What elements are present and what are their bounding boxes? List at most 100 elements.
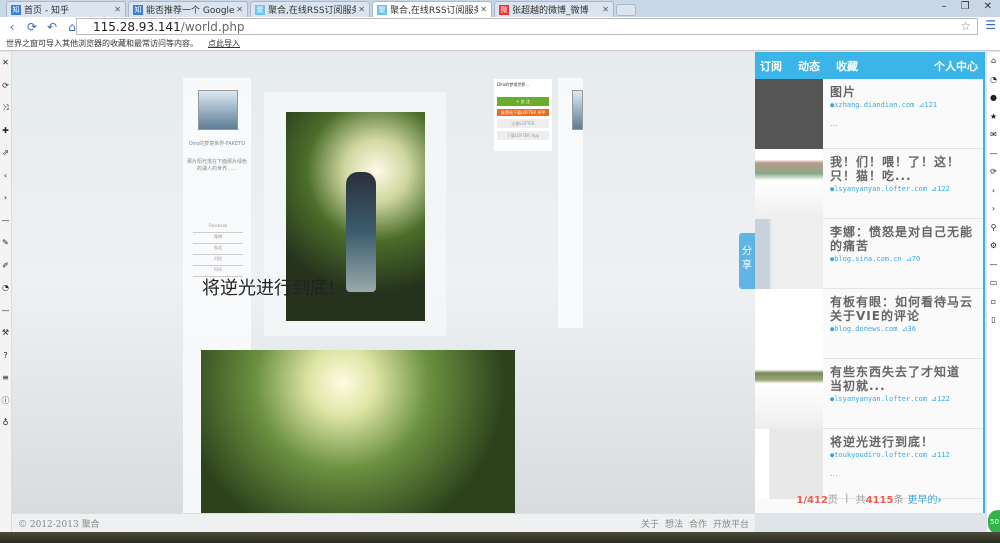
post-photo[interactable] [201,350,515,513]
edit-icon[interactable]: ✐ [2,255,9,278]
minus-icon[interactable]: — [990,256,998,275]
item-title[interactable]: 我！们！喂！了！这！只！猫！吃... [830,155,977,183]
side-link[interactable]: 私信 [193,245,243,255]
list-item[interactable]: 有板有眼：如何看待马云关于VIE的评论 ●blog.donews.com ⊿36 [755,289,983,359]
older-button[interactable]: 更早的› [907,491,941,506]
lofter-name: Diro的梦境世界... [497,82,530,87]
browser-tab[interactable]: 聚聚合,在线RSS订阅服务! ✕ [250,1,370,17]
back-icon[interactable]: ‹ [6,20,18,34]
refresh-icon[interactable]: ⟳ [990,163,997,182]
info-icon[interactable]: ⓘ [2,390,10,413]
register-button[interactable]: 注册LOFTER [497,119,549,128]
tablet-icon[interactable]: ▫ [991,293,996,312]
minus-icon[interactable]: — [2,300,10,323]
import-link[interactable]: 点此导入 [208,39,240,48]
browser-tab[interactable]: 微张超越的微博_微博 ✕ [494,1,614,17]
close-icon[interactable]: ✕ [602,5,609,14]
item-source[interactable]: blog.sina.com.cn [834,255,901,263]
undo-icon[interactable]: ↶ [46,20,58,34]
list-item[interactable]: 图片 ●xzhang.diandian.com ⊿121... [755,79,983,149]
item-count: 122 [937,185,950,193]
item-title[interactable]: 将逆光进行到底！ [830,435,977,449]
item-title[interactable]: 有板有眼：如何看待马云关于VIE的评论 [830,295,977,323]
home-icon[interactable]: ⌂ [991,52,996,71]
footer-link-cooperation[interactable]: 合作 [689,517,707,530]
list-item[interactable]: 有些东西失去了才知道 当初就... ●lsyanyanyan.lofter.com… [755,359,983,429]
list-item[interactable]: 我！们！喂！了！这！只！猫！吃... ●lsyanyanyan.lofter.co… [755,149,983,219]
nav-subscribe[interactable]: 订阅 [760,58,782,74]
bulb-icon[interactable]: ♁ [3,412,9,435]
help-icon[interactable]: ? [3,345,7,368]
close-icon[interactable]: ✕ [236,5,243,14]
post-title[interactable]: 将逆光进行到底! [202,274,335,300]
browser-tab[interactable]: 知首页 - 知乎 ✕ [6,1,126,17]
close-window-icon[interactable]: ✕ [984,1,992,12]
item-title[interactable]: 李娜：愤怒是对自己无能的痛苦 [830,225,977,253]
star-icon[interactable]: ★ [990,108,997,127]
star-icon[interactable]: ☆ [960,19,971,33]
footer-link-ideas[interactable]: 想法 [665,517,683,530]
avatar[interactable] [198,90,238,130]
browser-tab-active[interactable]: 聚聚合,在线RSS订阅服务! ✕ [372,1,492,17]
nav-profile[interactable]: 个人中心 [934,58,978,74]
item-source[interactable]: lsyanyanyan.lofter.com [834,395,927,403]
new-tab-button[interactable] [616,4,636,16]
close-icon[interactable]: ✕ [358,5,365,14]
item-source[interactable]: lsyanyanyan.lofter.com [834,185,927,193]
share-button[interactable]: 分享 [739,233,755,289]
follow-button[interactable]: + 关 注 [497,97,549,106]
minus-icon[interactable]: — [990,145,998,164]
item-title[interactable]: 图片 [830,85,977,99]
nav-favorites[interactable]: 收藏 [836,58,858,74]
list-item[interactable]: 李娜：愤怒是对自己无能的痛苦 ●blog.sina.com.cn ⊿70 [755,219,983,289]
item-count: 70 [911,255,921,263]
item-source[interactable]: xzhang.diandian.com [834,101,914,109]
close-icon[interactable]: ✕ [114,5,121,14]
rss-icon[interactable]: ◔ [2,277,9,300]
list-icon[interactable]: ≡ [2,367,9,390]
menu-icon[interactable]: ☰ [985,18,996,32]
minus-icon[interactable]: — [2,210,10,233]
item-title[interactable]: 有些东西失去了才知道 当初就... [830,365,977,393]
mail-icon[interactable]: ✉ [990,126,997,145]
chevron-right-icon[interactable]: › [992,200,995,219]
download-app-button[interactable]: 下载LOFTER App [497,131,549,140]
promo-button[interactable]: 推荐给下载LOFTER APP [497,109,549,116]
refresh-icon[interactable]: ⟳ [2,75,9,98]
desktop-icon[interactable]: ▭ [990,274,998,293]
shuffle-icon[interactable]: ⤨ [2,97,8,120]
footer-link-open-platform[interactable]: 开放平台 [713,517,749,530]
external-link-icon[interactable]: ⇗ [2,142,9,165]
copyright: © 2012-2013 聚合 [18,519,100,530]
footer: © 2012-2013 聚合 关于 想法 合作 开放平台 [12,513,755,532]
item-count: 122 [937,395,950,403]
close-icon[interactable]: ✕ [480,5,487,14]
side-link[interactable]: Facebook [193,223,243,233]
speed-badge[interactable]: 50 [988,510,1000,534]
pencil-icon[interactable]: ✎ [2,232,9,255]
rss-icon[interactable]: ◔ [990,71,997,90]
side-link[interactable]: 归档 [193,256,243,266]
footer-link-about[interactable]: 关于 [641,517,659,530]
refresh-icon[interactable]: ⟳ [26,20,38,34]
item-source[interactable]: toukyoudiro.lofter.com [834,451,927,459]
phone-icon[interactable]: ▯ [991,311,995,330]
maximize-icon[interactable]: ❐ [961,1,970,12]
globe-icon[interactable]: ● [990,89,997,108]
search-icon[interactable]: ⚲ [991,219,997,238]
url-input[interactable]: 115.28.93.141/world.php ☆ [76,18,978,35]
item-source[interactable]: blog.donews.com [834,325,897,333]
side-link[interactable]: 微博 [193,234,243,244]
tab-strip: 知首页 - 知乎✕ 知能否推荐一个 Google Re✕ 聚聚合,在线RSS订阅… [0,0,1000,17]
close-icon[interactable]: ✕ [2,52,9,75]
browser-tab[interactable]: 知能否推荐一个 Google Re✕ [128,1,248,17]
plus-icon[interactable]: ✚ [2,120,9,143]
minimize-icon[interactable]: – [942,1,947,12]
tab-favicon: 知 [11,4,21,15]
wrench-icon[interactable]: ⚒ [2,322,9,345]
settings-icon[interactable]: ⚙ [990,237,997,256]
chevron-left-icon[interactable]: ‹ [992,182,995,201]
nav-activity[interactable]: 动态 [798,58,820,74]
chevron-left-icon[interactable]: ‹ [4,165,7,188]
chevron-right-icon[interactable]: › [4,187,7,210]
